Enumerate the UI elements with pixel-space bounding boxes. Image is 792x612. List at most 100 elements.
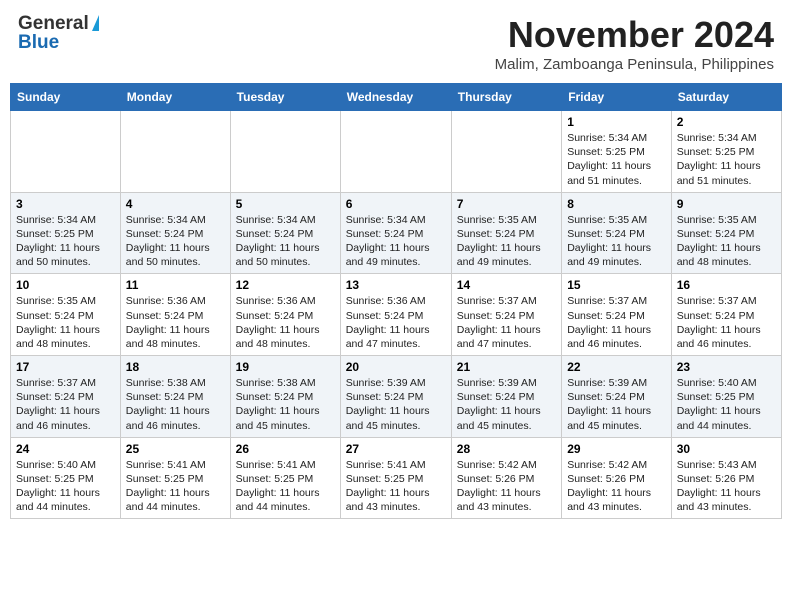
logo: General Blue bbox=[18, 14, 99, 54]
calendar-week-row: 3 Sunrise: 5:34 AMSunset: 5:25 PMDayligh… bbox=[11, 192, 782, 274]
day-info: Sunrise: 5:34 AMSunset: 5:24 PMDaylight:… bbox=[236, 214, 320, 269]
weekday-header-wednesday: Wednesday bbox=[340, 84, 451, 111]
day-number: 23 bbox=[677, 360, 776, 374]
day-info: Sunrise: 5:39 AMSunset: 5:24 PMDaylight:… bbox=[346, 377, 430, 432]
day-info: Sunrise: 5:36 AMSunset: 5:24 PMDaylight:… bbox=[126, 295, 210, 350]
day-info: Sunrise: 5:34 AMSunset: 5:25 PMDaylight:… bbox=[677, 132, 761, 187]
day-number: 19 bbox=[236, 360, 335, 374]
day-number: 14 bbox=[457, 278, 556, 292]
calendar-cell bbox=[11, 111, 121, 193]
day-info: Sunrise: 5:42 AMSunset: 5:26 PMDaylight:… bbox=[457, 459, 541, 514]
weekday-header-saturday: Saturday bbox=[671, 84, 781, 111]
day-number: 6 bbox=[346, 197, 446, 211]
day-number: 29 bbox=[567, 442, 666, 456]
day-info: Sunrise: 5:38 AMSunset: 5:24 PMDaylight:… bbox=[236, 377, 320, 432]
calendar-cell: 28 Sunrise: 5:42 AMSunset: 5:26 PMDaylig… bbox=[451, 437, 561, 519]
day-info: Sunrise: 5:36 AMSunset: 5:24 PMDaylight:… bbox=[236, 295, 320, 350]
day-number: 8 bbox=[567, 197, 666, 211]
day-info: Sunrise: 5:34 AMSunset: 5:25 PMDaylight:… bbox=[16, 214, 100, 269]
calendar-cell: 20 Sunrise: 5:39 AMSunset: 5:24 PMDaylig… bbox=[340, 356, 451, 438]
calendar-cell: 11 Sunrise: 5:36 AMSunset: 5:24 PMDaylig… bbox=[120, 274, 230, 356]
day-info: Sunrise: 5:35 AMSunset: 5:24 PMDaylight:… bbox=[16, 295, 100, 350]
day-number: 9 bbox=[677, 197, 776, 211]
day-info: Sunrise: 5:35 AMSunset: 5:24 PMDaylight:… bbox=[567, 214, 651, 269]
day-info: Sunrise: 5:37 AMSunset: 5:24 PMDaylight:… bbox=[16, 377, 100, 432]
day-number: 20 bbox=[346, 360, 446, 374]
calendar-cell: 7 Sunrise: 5:35 AMSunset: 5:24 PMDayligh… bbox=[451, 192, 561, 274]
weekday-header-sunday: Sunday bbox=[11, 84, 121, 111]
day-number: 24 bbox=[16, 442, 115, 456]
calendar-cell: 9 Sunrise: 5:35 AMSunset: 5:24 PMDayligh… bbox=[671, 192, 781, 274]
calendar-cell: 1 Sunrise: 5:34 AMSunset: 5:25 PMDayligh… bbox=[562, 111, 672, 193]
weekday-header-friday: Friday bbox=[562, 84, 672, 111]
day-info: Sunrise: 5:42 AMSunset: 5:26 PMDaylight:… bbox=[567, 459, 651, 514]
day-number: 3 bbox=[16, 197, 115, 211]
day-number: 1 bbox=[567, 115, 666, 129]
logo-blue-text: Blue bbox=[18, 33, 59, 54]
calendar-cell: 8 Sunrise: 5:35 AMSunset: 5:24 PMDayligh… bbox=[562, 192, 672, 274]
weekday-header-tuesday: Tuesday bbox=[230, 84, 340, 111]
page-header: General Blue November 2024 Malim, Zamboa… bbox=[10, 10, 782, 77]
day-info: Sunrise: 5:39 AMSunset: 5:24 PMDaylight:… bbox=[567, 377, 651, 432]
day-number: 30 bbox=[677, 442, 776, 456]
location-title: Malim, Zamboanga Peninsula, Philippines bbox=[495, 56, 774, 73]
calendar-cell: 16 Sunrise: 5:37 AMSunset: 5:24 PMDaylig… bbox=[671, 274, 781, 356]
day-info: Sunrise: 5:34 AMSunset: 5:24 PMDaylight:… bbox=[346, 214, 430, 269]
weekday-header-row: SundayMondayTuesdayWednesdayThursdayFrid… bbox=[11, 84, 782, 111]
calendar-cell: 4 Sunrise: 5:34 AMSunset: 5:24 PMDayligh… bbox=[120, 192, 230, 274]
calendar-cell: 21 Sunrise: 5:39 AMSunset: 5:24 PMDaylig… bbox=[451, 356, 561, 438]
calendar-cell: 29 Sunrise: 5:42 AMSunset: 5:26 PMDaylig… bbox=[562, 437, 672, 519]
day-number: 18 bbox=[126, 360, 225, 374]
day-info: Sunrise: 5:41 AMSunset: 5:25 PMDaylight:… bbox=[126, 459, 210, 514]
day-number: 11 bbox=[126, 278, 225, 292]
day-info: Sunrise: 5:40 AMSunset: 5:25 PMDaylight:… bbox=[677, 377, 761, 432]
calendar-cell: 15 Sunrise: 5:37 AMSunset: 5:24 PMDaylig… bbox=[562, 274, 672, 356]
calendar-cell: 14 Sunrise: 5:37 AMSunset: 5:24 PMDaylig… bbox=[451, 274, 561, 356]
calendar-table: SundayMondayTuesdayWednesdayThursdayFrid… bbox=[10, 83, 782, 519]
day-info: Sunrise: 5:35 AMSunset: 5:24 PMDaylight:… bbox=[457, 214, 541, 269]
day-number: 22 bbox=[567, 360, 666, 374]
calendar-cell bbox=[230, 111, 340, 193]
day-info: Sunrise: 5:41 AMSunset: 5:25 PMDaylight:… bbox=[236, 459, 320, 514]
day-number: 27 bbox=[346, 442, 446, 456]
day-number: 7 bbox=[457, 197, 556, 211]
calendar-week-row: 1 Sunrise: 5:34 AMSunset: 5:25 PMDayligh… bbox=[11, 111, 782, 193]
logo-triangle-icon bbox=[92, 15, 99, 31]
calendar-cell: 23 Sunrise: 5:40 AMSunset: 5:25 PMDaylig… bbox=[671, 356, 781, 438]
day-info: Sunrise: 5:40 AMSunset: 5:25 PMDaylight:… bbox=[16, 459, 100, 514]
day-info: Sunrise: 5:36 AMSunset: 5:24 PMDaylight:… bbox=[346, 295, 430, 350]
weekday-header-monday: Monday bbox=[120, 84, 230, 111]
day-number: 25 bbox=[126, 442, 225, 456]
calendar-cell bbox=[120, 111, 230, 193]
calendar-cell: 13 Sunrise: 5:36 AMSunset: 5:24 PMDaylig… bbox=[340, 274, 451, 356]
weekday-header-thursday: Thursday bbox=[451, 84, 561, 111]
day-info: Sunrise: 5:35 AMSunset: 5:24 PMDaylight:… bbox=[677, 214, 761, 269]
day-number: 15 bbox=[567, 278, 666, 292]
calendar-cell: 19 Sunrise: 5:38 AMSunset: 5:24 PMDaylig… bbox=[230, 356, 340, 438]
calendar-cell bbox=[451, 111, 561, 193]
calendar-cell: 5 Sunrise: 5:34 AMSunset: 5:24 PMDayligh… bbox=[230, 192, 340, 274]
calendar-cell: 6 Sunrise: 5:34 AMSunset: 5:24 PMDayligh… bbox=[340, 192, 451, 274]
calendar-cell: 10 Sunrise: 5:35 AMSunset: 5:24 PMDaylig… bbox=[11, 274, 121, 356]
title-block: November 2024 Malim, Zamboanga Peninsula… bbox=[495, 14, 774, 73]
day-info: Sunrise: 5:37 AMSunset: 5:24 PMDaylight:… bbox=[457, 295, 541, 350]
calendar-cell: 26 Sunrise: 5:41 AMSunset: 5:25 PMDaylig… bbox=[230, 437, 340, 519]
day-info: Sunrise: 5:34 AMSunset: 5:25 PMDaylight:… bbox=[567, 132, 651, 187]
day-number: 26 bbox=[236, 442, 335, 456]
calendar-cell: 2 Sunrise: 5:34 AMSunset: 5:25 PMDayligh… bbox=[671, 111, 781, 193]
day-number: 16 bbox=[677, 278, 776, 292]
calendar-cell: 22 Sunrise: 5:39 AMSunset: 5:24 PMDaylig… bbox=[562, 356, 672, 438]
day-number: 2 bbox=[677, 115, 776, 129]
day-info: Sunrise: 5:37 AMSunset: 5:24 PMDaylight:… bbox=[567, 295, 651, 350]
calendar-cell bbox=[340, 111, 451, 193]
calendar-cell: 18 Sunrise: 5:38 AMSunset: 5:24 PMDaylig… bbox=[120, 356, 230, 438]
day-info: Sunrise: 5:38 AMSunset: 5:24 PMDaylight:… bbox=[126, 377, 210, 432]
calendar-cell: 12 Sunrise: 5:36 AMSunset: 5:24 PMDaylig… bbox=[230, 274, 340, 356]
day-info: Sunrise: 5:39 AMSunset: 5:24 PMDaylight:… bbox=[457, 377, 541, 432]
calendar-cell: 24 Sunrise: 5:40 AMSunset: 5:25 PMDaylig… bbox=[11, 437, 121, 519]
day-number: 13 bbox=[346, 278, 446, 292]
calendar-week-row: 10 Sunrise: 5:35 AMSunset: 5:24 PMDaylig… bbox=[11, 274, 782, 356]
day-number: 10 bbox=[16, 278, 115, 292]
calendar-cell: 25 Sunrise: 5:41 AMSunset: 5:25 PMDaylig… bbox=[120, 437, 230, 519]
day-info: Sunrise: 5:37 AMSunset: 5:24 PMDaylight:… bbox=[677, 295, 761, 350]
